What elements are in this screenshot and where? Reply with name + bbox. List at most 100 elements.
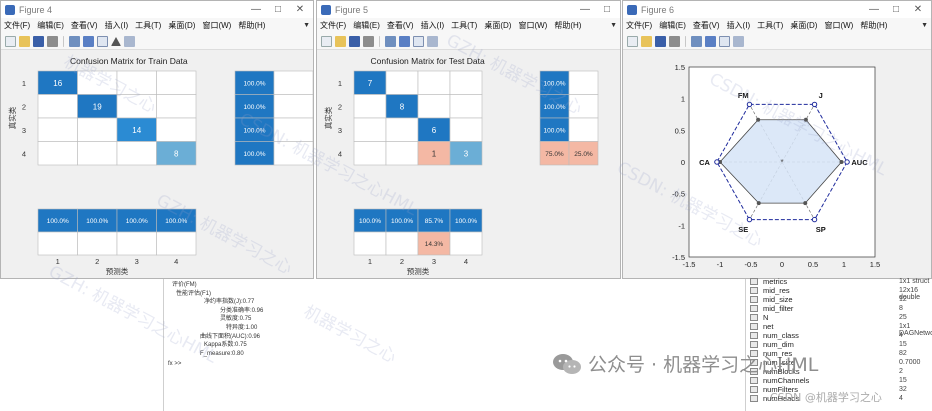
menu-item[interactable]: 桌面(D) <box>168 20 195 31</box>
close-button[interactable]: ✕ <box>907 1 929 18</box>
close-button[interactable]: ✕ <box>289 1 311 18</box>
figure-window-train[interactable]: Figure 4 — □ ✕ 文件(F) 编辑(E) 查看(V) 插入(I) 工具(T)… <box>0 0 314 279</box>
workspace-row[interactable]: mid_size <box>747 295 793 304</box>
menu-item[interactable]: 编辑(E) <box>37 20 64 31</box>
print-icon[interactable] <box>669 35 680 47</box>
workspace-row[interactable]: numChannels <box>747 376 809 385</box>
workspace-row[interactable]: net <box>747 322 773 331</box>
legend-icon[interactable] <box>719 35 730 47</box>
new-figure-icon[interactable] <box>321 35 332 47</box>
column-label: 2 <box>400 257 404 266</box>
radar-point <box>756 201 761 206</box>
new-figure-icon[interactable] <box>5 35 16 47</box>
print-icon[interactable] <box>47 35 58 47</box>
row-summary-cell <box>568 117 599 142</box>
save-icon[interactable] <box>655 35 666 47</box>
y-tick-label: 0.5 <box>675 126 685 135</box>
workspace-row[interactable]: num_class <box>747 331 799 340</box>
dock-icon[interactable] <box>124 35 135 47</box>
window-title: Figure 6 <box>641 4 675 15</box>
menu-item[interactable]: 插入(I) <box>727 20 751 31</box>
maximize-button[interactable]: □ <box>885 1 907 18</box>
workspace-row[interactable]: num_dim <box>747 340 794 349</box>
menu-item[interactable]: 工具(T) <box>451 20 477 31</box>
workspace-row[interactable]: mid_res <box>747 286 790 295</box>
figure-window-test[interactable]: Figure 5 — □ 文件(F) 编辑(E) 查看(V) 插入(I) 工具(T) 桌面… <box>316 0 621 279</box>
column-summary-value: 100.0% <box>165 218 187 225</box>
window-titlebar[interactable]: Figure 4 — □ ✕ <box>1 1 313 18</box>
menu-item[interactable]: 桌面(D) <box>790 20 817 31</box>
legend-icon[interactable] <box>413 35 424 47</box>
menu-item[interactable]: 编辑(E) <box>659 20 686 31</box>
menu-item[interactable]: 文件(F) <box>626 20 652 31</box>
menu-overflow-icon[interactable]: ▼ <box>610 22 617 29</box>
menu-item[interactable]: 插入(I) <box>421 20 445 31</box>
y-tick-label: -0.5 <box>672 190 685 199</box>
menu-item[interactable]: 查看(V) <box>387 20 414 31</box>
menu-item[interactable]: 工具(T) <box>757 20 783 31</box>
window-titlebar[interactable]: Figure 6 — □ ✕ <box>623 1 931 18</box>
colorbar-icon[interactable] <box>83 35 94 47</box>
link-plot-icon[interactable] <box>385 35 396 47</box>
new-figure-icon[interactable] <box>627 35 638 47</box>
open-file-icon[interactable] <box>641 35 652 47</box>
matrix-cell <box>385 70 419 95</box>
maximize-button[interactable]: □ <box>267 1 289 18</box>
menu-overflow-icon[interactable]: ▼ <box>921 22 928 29</box>
menu-item[interactable]: 文件(F) <box>320 20 346 31</box>
matrix-cell <box>353 94 387 119</box>
legend-icon[interactable] <box>97 35 108 47</box>
menu-item[interactable]: 桌面(D) <box>484 20 511 31</box>
command-window[interactable]: 评价(FM) 性能评估(F1) 净约率指数(J):0.77 分类准确率:0.96 灵敏度… <box>163 279 746 411</box>
workspace-row[interactable]: metrics <box>747 277 787 286</box>
matrix-cell <box>449 94 483 119</box>
window-titlebar[interactable]: Figure 5 — □ <box>317 1 620 18</box>
minimize-button[interactable]: — <box>574 1 596 18</box>
menu-item[interactable]: 帮助(H) <box>554 20 581 31</box>
dock-icon[interactable] <box>427 35 438 47</box>
menu-item[interactable]: 查看(V) <box>693 20 720 31</box>
variable-value: 2 <box>899 368 903 375</box>
menu-overflow-icon[interactable]: ▼ <box>303 22 310 29</box>
pointer-icon[interactable] <box>111 36 121 46</box>
minimize-button[interactable]: — <box>245 1 267 18</box>
row-summary-value: 75.0% <box>545 151 564 158</box>
figure-window-radar[interactable]: Figure 6 — □ ✕ 文件(F) 编辑(E) 查看(V) 插入(I) 工具(T)… <box>622 0 932 279</box>
colorbar-icon[interactable] <box>705 35 716 47</box>
menu-item[interactable]: 编辑(E) <box>353 20 380 31</box>
menu-item[interactable]: 窗口(W) <box>824 20 853 31</box>
dock-icon[interactable] <box>733 35 744 47</box>
minimize-button[interactable]: — <box>863 1 885 18</box>
plot-area: Confusion Matrix for Test Data 7 1 8 2 6 3 1 3 4 真… <box>317 50 620 278</box>
colorbar-icon[interactable] <box>399 35 410 47</box>
save-icon[interactable] <box>349 35 360 47</box>
radar-point <box>756 117 761 122</box>
workspace-row[interactable]: mid_filter <box>747 304 793 313</box>
confusion-chart-train: Confusion Matrix for Train Data161192143… <box>7 56 313 276</box>
open-file-icon[interactable] <box>19 35 30 47</box>
matrix-cell <box>116 141 157 166</box>
link-plot-icon[interactable] <box>69 35 80 47</box>
variable-name: mid_size <box>763 295 793 304</box>
menu-item[interactable]: 窗口(W) <box>518 20 547 31</box>
maximize-button[interactable]: □ <box>596 1 618 18</box>
variable-value: 15 <box>899 377 907 384</box>
menu-item[interactable]: 文件(F) <box>4 20 30 31</box>
cell-value: 16 <box>53 79 62 88</box>
link-plot-icon[interactable] <box>691 35 702 47</box>
window-title: Figure 5 <box>335 4 369 15</box>
menu-item[interactable]: 查看(V) <box>71 20 98 31</box>
menu-item[interactable]: 工具(T) <box>135 20 161 31</box>
print-icon[interactable] <box>363 35 374 47</box>
command-prompt[interactable]: fx >> <box>164 360 263 369</box>
save-icon[interactable] <box>33 35 44 47</box>
workspace-row[interactable]: N <box>747 313 768 322</box>
row-summary-cell <box>273 117 313 142</box>
menu-item[interactable]: 帮助(H) <box>860 20 887 31</box>
menu-item[interactable]: 窗口(W) <box>202 20 231 31</box>
matrix-cell <box>77 141 118 166</box>
menu-item[interactable]: 插入(I) <box>105 20 129 31</box>
row-summary-value: 100.0% <box>543 127 565 134</box>
open-file-icon[interactable] <box>335 35 346 47</box>
menu-item[interactable]: 帮助(H) <box>238 20 265 31</box>
